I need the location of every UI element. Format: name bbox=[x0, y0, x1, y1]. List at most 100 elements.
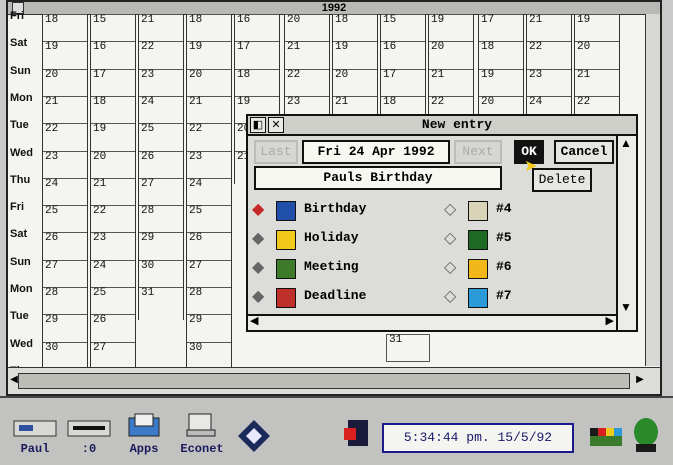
date-cell[interactable]: 27 bbox=[91, 341, 135, 370]
radio-icon[interactable]: ◆ bbox=[252, 289, 268, 305]
date-cell[interactable]: 18 bbox=[43, 14, 87, 42]
date-cell[interactable]: 21 bbox=[139, 14, 183, 42]
date-cell[interactable]: 24 bbox=[187, 177, 231, 206]
date-cell[interactable]: 29 bbox=[139, 232, 183, 260]
scrollbar-thumb[interactable] bbox=[18, 373, 630, 389]
category-option[interactable]: ◆ Deadline bbox=[252, 287, 432, 309]
date-cell[interactable]: 20 bbox=[187, 68, 231, 97]
date-cell[interactable]: 19 bbox=[43, 41, 87, 69]
scroll-up-icon[interactable]: ▲ bbox=[620, 136, 632, 150]
calendar-vertical-scrollbar[interactable] bbox=[645, 14, 660, 366]
date-cell[interactable]: 22 bbox=[527, 41, 571, 69]
radio-icon[interactable]: ◇ bbox=[444, 202, 460, 218]
date-cell[interactable]: 31 bbox=[386, 334, 430, 362]
date-cell[interactable]: 19 bbox=[429, 14, 473, 42]
date-cell[interactable]: 19 bbox=[575, 14, 619, 42]
radio-icon[interactable]: ◆ bbox=[252, 260, 268, 276]
date-cell[interactable]: 21 bbox=[285, 41, 329, 69]
date-cell[interactable]: 27 bbox=[43, 259, 87, 288]
date-cell[interactable]: 23 bbox=[527, 68, 571, 97]
entry-text-input[interactable]: Pauls Birthday bbox=[254, 166, 502, 190]
date-cell[interactable]: 17 bbox=[381, 68, 425, 97]
calendar-horizontal-scrollbar[interactable]: ◀ ▶ bbox=[8, 367, 660, 394]
radio-icon[interactable]: ◇ bbox=[444, 231, 460, 247]
date-cell[interactable]: 31 bbox=[139, 287, 183, 315]
scroll-left-icon[interactable]: ◀ bbox=[250, 314, 258, 327]
date-cell[interactable]: 27 bbox=[187, 259, 231, 288]
scroll-right-icon[interactable]: ▶ bbox=[634, 372, 646, 388]
iconbar-item-apps[interactable]: Apps bbox=[124, 412, 164, 456]
date-cell[interactable]: 18 bbox=[187, 14, 231, 42]
date-cell[interactable]: 28 bbox=[187, 287, 231, 315]
iconbar-item-calendar[interactable] bbox=[340, 418, 376, 452]
date-cell[interactable]: 24 bbox=[91, 259, 135, 288]
date-cell[interactable]: 21 bbox=[527, 14, 571, 42]
clock-display[interactable]: 5:34:44 pm. 15/5/92 bbox=[382, 423, 574, 453]
date-cell[interactable]: 16 bbox=[235, 14, 279, 42]
date-cell[interactable]: 30 bbox=[43, 341, 87, 370]
iconbar-item-diamond[interactable] bbox=[234, 418, 274, 458]
category-option[interactable]: ◇ #7 bbox=[444, 287, 554, 309]
date-cell[interactable]: 18 bbox=[333, 14, 377, 42]
date-cell[interactable]: 18 bbox=[479, 41, 523, 69]
date-cell[interactable]: 23 bbox=[187, 150, 231, 179]
date-cell[interactable]: 25 bbox=[91, 287, 135, 315]
date-cell[interactable]: 29 bbox=[187, 314, 231, 342]
date-cell[interactable]: 27 bbox=[139, 177, 183, 206]
date-cell[interactable]: 20 bbox=[43, 68, 87, 97]
date-cell[interactable]: 21 bbox=[187, 95, 231, 124]
radio-icon[interactable]: ◇ bbox=[444, 260, 460, 276]
radio-icon[interactable]: ◇ bbox=[444, 289, 460, 305]
date-cell[interactable]: 22 bbox=[43, 123, 87, 151]
category-option[interactable]: ◆ Meeting bbox=[252, 258, 432, 280]
category-option[interactable]: ◇ #5 bbox=[444, 229, 554, 251]
date-cell[interactable]: 28 bbox=[43, 287, 87, 315]
date-cell[interactable]: 15 bbox=[91, 14, 135, 42]
date-cell[interactable]: 26 bbox=[139, 150, 183, 179]
date-cell[interactable]: 22 bbox=[139, 41, 183, 69]
date-cell[interactable]: 28 bbox=[139, 205, 183, 233]
date-cell[interactable]: 30 bbox=[139, 259, 183, 288]
iconbar-item-paul[interactable]: Paul bbox=[12, 418, 58, 456]
date-cell[interactable]: 22 bbox=[91, 205, 135, 233]
date-cell[interactable]: 19 bbox=[187, 41, 231, 69]
radio-icon[interactable]: ◆ bbox=[252, 231, 268, 247]
close-icon[interactable]: ✕ bbox=[268, 117, 284, 133]
date-cell[interactable]: 23 bbox=[43, 150, 87, 179]
date-cell[interactable]: 21 bbox=[575, 68, 619, 97]
next-button[interactable]: Next bbox=[454, 140, 502, 164]
category-option[interactable]: ◆ Holiday bbox=[252, 229, 432, 251]
date-cell[interactable]: 20 bbox=[91, 150, 135, 179]
date-cell[interactable]: 21 bbox=[91, 177, 135, 206]
date-cell[interactable]: 17 bbox=[235, 41, 279, 69]
date-cell[interactable]: 19 bbox=[91, 123, 135, 151]
category-option[interactable]: ◇ #6 bbox=[444, 258, 554, 280]
date-cell[interactable]: 20 bbox=[333, 68, 377, 97]
date-cell[interactable]: 17 bbox=[91, 68, 135, 97]
date-cell[interactable]: 25 bbox=[43, 205, 87, 233]
date-cell[interactable]: 30 bbox=[187, 341, 231, 370]
date-cell[interactable]: 19 bbox=[333, 41, 377, 69]
date-cell[interactable]: 22 bbox=[187, 123, 231, 151]
date-cell[interactable]: 16 bbox=[91, 41, 135, 69]
delete-button[interactable]: Delete bbox=[532, 168, 592, 192]
date-field[interactable]: Fri 24 Apr 1992 bbox=[302, 140, 450, 164]
date-cell[interactable]: 23 bbox=[91, 232, 135, 260]
date-cell[interactable]: 26 bbox=[187, 232, 231, 260]
date-cell[interactable]: 19 bbox=[479, 68, 523, 97]
date-cell[interactable]: 25 bbox=[187, 205, 231, 233]
date-cell[interactable]: 18 bbox=[235, 68, 279, 97]
scroll-down-icon[interactable]: ▼ bbox=[620, 300, 632, 314]
date-cell[interactable]: 23 bbox=[139, 68, 183, 97]
date-cell[interactable]: 20 bbox=[285, 14, 329, 42]
date-cell[interactable]: 21 bbox=[43, 95, 87, 124]
date-cell[interactable]: 29 bbox=[43, 314, 87, 342]
task-manager-acorn-icon[interactable] bbox=[632, 414, 660, 454]
date-cell[interactable]: 15 bbox=[381, 14, 425, 42]
iconbar-item-hard-disc[interactable]: :0 bbox=[66, 418, 112, 456]
iconbar-item-econet[interactable]: Econet bbox=[176, 412, 228, 456]
date-cell[interactable]: 26 bbox=[91, 314, 135, 342]
date-cell[interactable]: 24 bbox=[139, 95, 183, 124]
category-option[interactable]: ◇ #4 bbox=[444, 200, 554, 222]
scroll-right-icon[interactable]: ▶ bbox=[606, 314, 614, 327]
